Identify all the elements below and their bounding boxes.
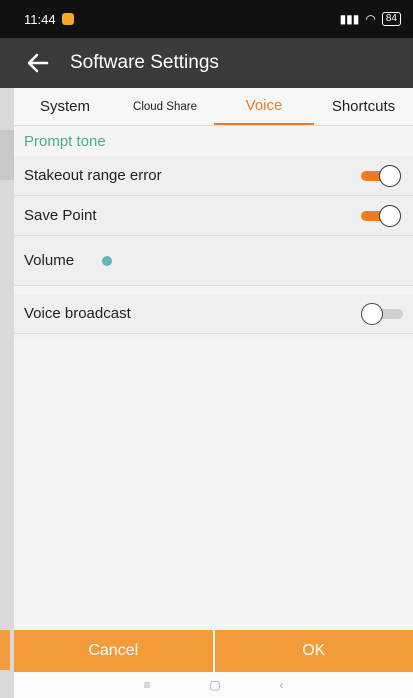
status-time: 11:44	[24, 11, 56, 27]
tab-voice[interactable]: Voice	[214, 88, 314, 125]
notification-icon	[61, 13, 74, 25]
back-button[interactable]	[14, 38, 62, 88]
cancel-button[interactable]: Cancel	[14, 630, 213, 672]
tab-system[interactable]: System	[14, 88, 116, 125]
setting-row-stakeout: Stakeout range error	[14, 156, 413, 196]
stakeout-label: Stakeout range error	[24, 167, 162, 184]
menu-icon[interactable]: ≡	[143, 678, 150, 692]
stakeout-toggle[interactable]	[361, 164, 403, 187]
ok-button[interactable]: OK	[214, 630, 413, 672]
setting-row-volume: Volume	[14, 236, 413, 286]
screen: 11:44 ▮▮▮ ◠ 84 Software Settings System …	[0, 0, 413, 698]
back-arrow-icon	[27, 53, 49, 73]
volume-slider-thumb[interactable]	[102, 255, 113, 266]
empty-area	[14, 340, 413, 630]
settings-dialog: 11:44 ▮▮▮ ◠ 84 Software Settings System …	[14, 0, 413, 698]
setting-row-save-point: Save Point	[14, 196, 413, 236]
volume-slider[interactable]	[98, 251, 348, 271]
status-bar: 11:44 ▮▮▮ ◠ 84	[14, 0, 413, 38]
app-bar: Software Settings	[14, 38, 413, 88]
section-title-prompt-tone: Prompt tone	[14, 126, 413, 156]
button-bar: Cancel OK	[14, 630, 413, 672]
system-nav-bar: ≡ ▢ ‹	[14, 672, 413, 698]
battery-icon: 84	[381, 12, 401, 26]
tab-cloud-share[interactable]: Cloud Share	[116, 88, 214, 125]
tab-shortcuts[interactable]: Shortcuts	[314, 88, 413, 125]
save-point-toggle[interactable]	[361, 204, 403, 227]
page-title: Software Settings	[70, 52, 219, 73]
wifi-icon: ◠	[365, 12, 376, 26]
signal-icon: ▮▮▮	[339, 12, 360, 26]
voice-broadcast-toggle[interactable]	[361, 302, 403, 325]
save-point-label: Save Point	[24, 207, 97, 224]
tab-bar: System Cloud Share Voice Shortcuts	[14, 88, 413, 126]
underlying-screen	[0, 0, 14, 698]
setting-row-voice-broadcast: Voice broadcast	[14, 294, 413, 334]
home-icon[interactable]: ▢	[209, 678, 220, 692]
back-nav-icon[interactable]: ‹	[280, 678, 284, 692]
voice-broadcast-label: Voice broadcast	[24, 305, 131, 322]
section-gap	[14, 286, 413, 294]
volume-label: Volume	[24, 252, 75, 269]
